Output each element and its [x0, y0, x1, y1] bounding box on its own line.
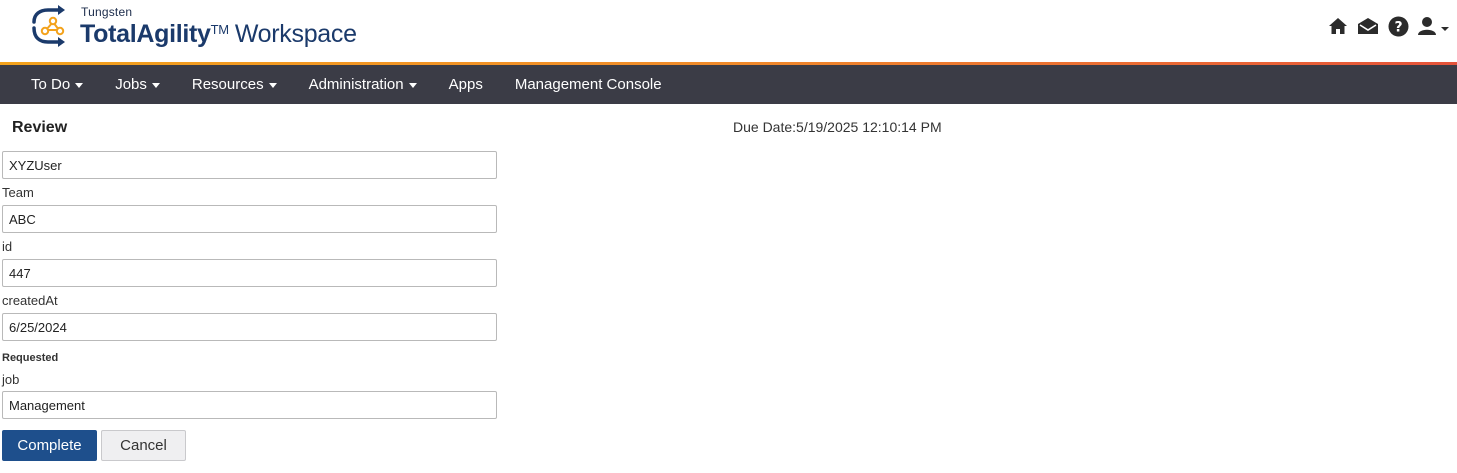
- nav-todo-label: To Do: [31, 76, 71, 93]
- due-date-label: Due Date:: [733, 119, 797, 135]
- job-label: job: [2, 372, 20, 387]
- caret-down-icon: [268, 83, 277, 88]
- nav-management-console-label: Management Console: [514, 76, 662, 93]
- brand-product: TotalAgilityTM Workspace: [80, 20, 357, 49]
- nav-resources[interactable]: Resources: [192, 76, 277, 93]
- header-actions: ?: [1327, 15, 1451, 37]
- team-field[interactable]: [2, 205, 497, 233]
- help-icon[interactable]: ?: [1387, 15, 1409, 37]
- nav-management-console[interactable]: Management Console: [515, 76, 662, 93]
- section-requested: Requested: [2, 352, 59, 364]
- cancel-button[interactable]: Cancel: [101, 430, 186, 461]
- id-field[interactable]: [2, 259, 497, 287]
- complete-button[interactable]: Complete: [2, 430, 97, 461]
- home-icon[interactable]: [1327, 15, 1349, 37]
- due-date-value: 5/19/2025 12:10:14 PM: [796, 119, 942, 135]
- app-header: Tungsten TotalAgilityTM Workspace ?: [0, 0, 1457, 62]
- user-icon[interactable]: [1417, 15, 1451, 37]
- main-nav: To Do Jobs Resources Administration Apps…: [0, 65, 1457, 104]
- nav-resources-label: Resources: [191, 76, 264, 93]
- id-label: id: [2, 239, 13, 254]
- team-label: Team: [2, 185, 34, 200]
- job-field[interactable]: [2, 391, 497, 419]
- nav-apps[interactable]: Apps: [449, 76, 483, 93]
- mail-icon[interactable]: [1357, 15, 1379, 37]
- nav-administration[interactable]: Administration: [309, 76, 417, 93]
- svg-text:?: ?: [1394, 19, 1402, 35]
- nav-jobs-label: Jobs: [115, 76, 147, 93]
- caret-down-icon: [151, 83, 160, 88]
- brand-product-suffix: Workspace: [234, 20, 357, 48]
- caret-down-icon: [75, 83, 84, 88]
- form-title: Review: [12, 119, 68, 136]
- nav-jobs[interactable]: Jobs: [115, 76, 160, 93]
- created-at-label: createdAt: [2, 293, 58, 308]
- brand-trademark: TM: [210, 22, 229, 37]
- created-at-field[interactable]: [2, 313, 497, 341]
- brand-company: Tungsten: [81, 5, 133, 19]
- nav-todo[interactable]: To Do: [31, 76, 84, 93]
- brand-product-name: TotalAgility: [80, 20, 211, 48]
- nav-administration-label: Administration: [308, 76, 404, 93]
- due-date: Due Date:5/19/2025 12:10:14 PM: [733, 119, 942, 135]
- nav-apps-label: Apps: [448, 76, 483, 93]
- caret-down-icon: [408, 83, 417, 88]
- user-field[interactable]: [2, 151, 497, 179]
